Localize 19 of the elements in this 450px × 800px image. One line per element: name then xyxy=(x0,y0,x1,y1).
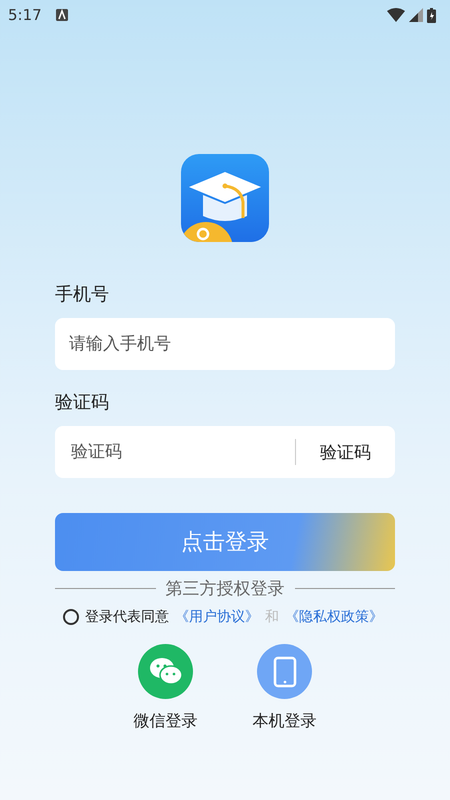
battery-icon xyxy=(427,8,436,22)
status-time: 5:17 xyxy=(8,6,42,24)
phone-label: 手机号 xyxy=(55,283,109,306)
code-field[interactable]: 验证码 验证码 xyxy=(55,426,395,478)
signal-icon xyxy=(409,8,423,22)
agree-radio[interactable] xyxy=(63,609,79,625)
and-text: 和 xyxy=(265,608,279,626)
user-agreement-link[interactable]: 《用户协议》 xyxy=(175,608,259,626)
get-code-button[interactable]: 验证码 xyxy=(295,439,395,465)
agreement-text: 登录代表同意 xyxy=(85,608,169,626)
notification-icon xyxy=(56,9,68,21)
login-option[interactable]: 微信登录 xyxy=(134,644,198,732)
wifi-icon xyxy=(387,8,405,22)
code-input-field[interactable]: 验证码 xyxy=(69,441,295,463)
third-party-title: 第三方授权登录 xyxy=(166,578,284,600)
phone-input-field[interactable]: 请输入手机号 xyxy=(55,318,395,370)
code-label: 验证码 xyxy=(55,391,109,414)
privacy-policy-link[interactable]: 《隐私权政策》 xyxy=(285,608,383,626)
login-option[interactable]: 本机登录 xyxy=(252,644,316,732)
